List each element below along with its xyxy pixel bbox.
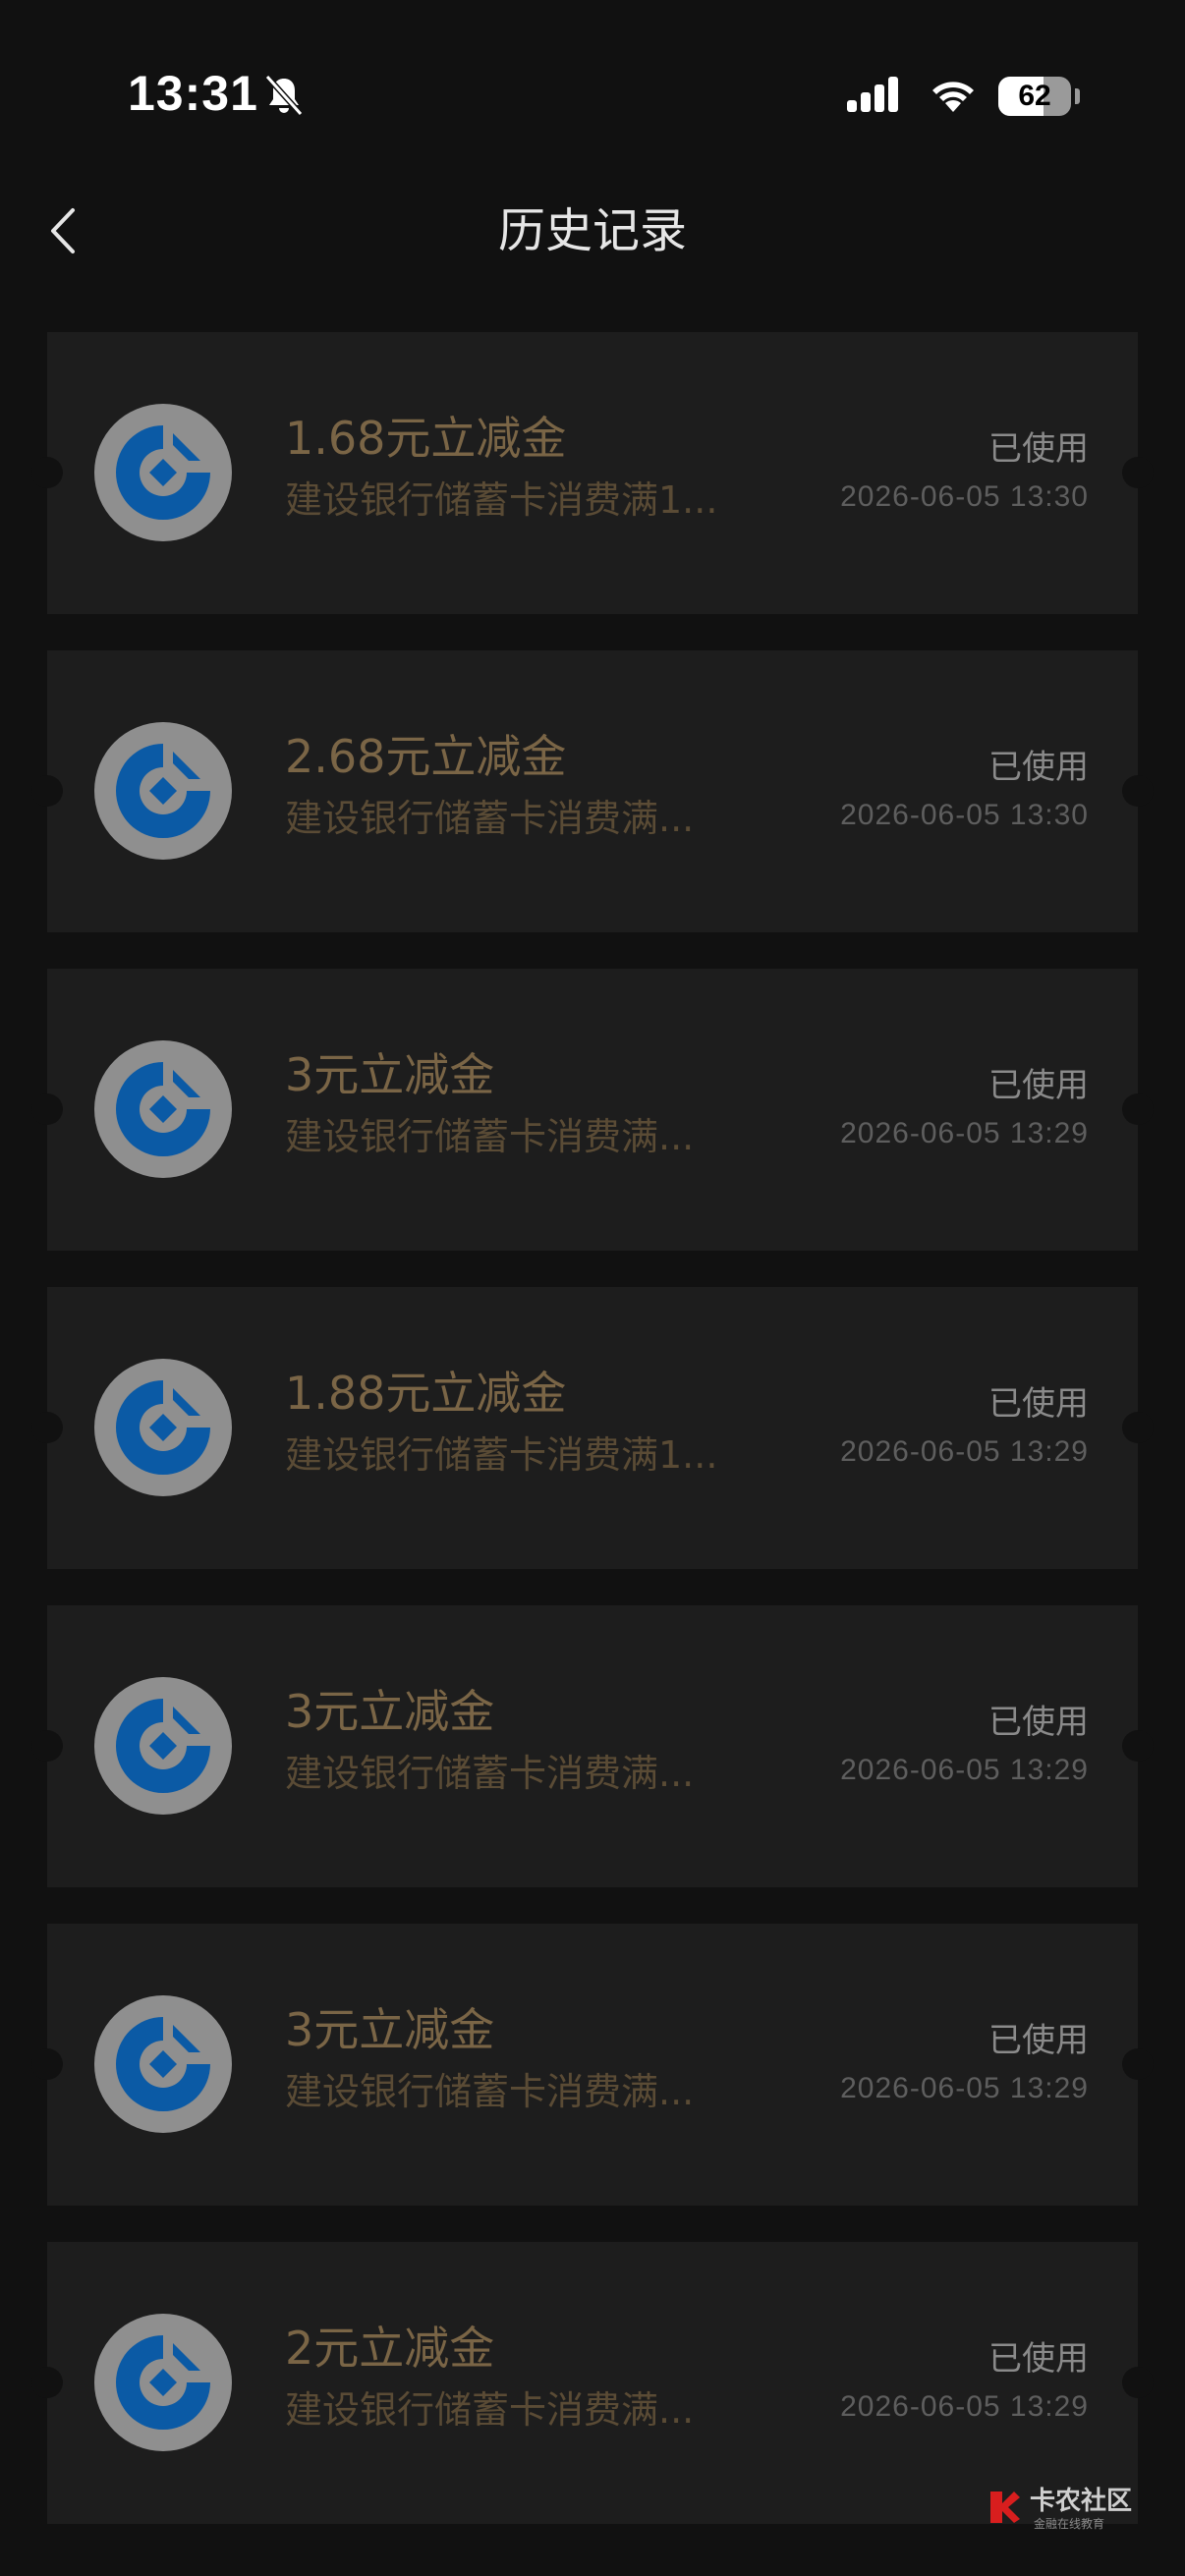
coupon-card[interactable]: 2.68元立减金 建设银行储蓄卡消费满... 已使用 2026-06-05 13…	[31, 650, 1154, 932]
battery-percent: 62	[1018, 80, 1051, 112]
coupon-amount: 1.68元立减金	[285, 412, 567, 465]
card-notch-right	[1122, 1730, 1154, 1762]
coupon-status: 已使用	[988, 429, 1089, 469]
watermark-subtitle: 金融在线教育	[1034, 2517, 1105, 2531]
coupon-status: 已使用	[988, 1703, 1089, 1742]
battery-tip	[1075, 88, 1080, 104]
coupon-description: 建设银行储蓄卡消费满1...	[285, 1433, 718, 1477]
coupon-amount: 3元立减金	[285, 1685, 495, 1738]
ccb-bank-logo-icon	[94, 1677, 232, 1815]
card-notch-left	[31, 1412, 63, 1443]
coupon-description: 建设银行储蓄卡消费满...	[285, 2070, 695, 2113]
coupon-status: 已使用	[988, 2021, 1089, 2060]
card-notch-left	[31, 775, 63, 807]
ccb-bank-logo-icon	[94, 722, 232, 860]
watermark-logo: 卡农社区 金融在线教育	[988, 2488, 1175, 2535]
card-notch-left	[31, 2048, 63, 2080]
ccb-bank-logo-icon	[94, 1995, 232, 2133]
coupon-date: 2026-06-05 13:29	[840, 2072, 1089, 2104]
coupon-date: 2026-06-05 13:30	[840, 480, 1089, 513]
coupon-description: 建设银行储蓄卡消费满...	[285, 1752, 695, 1795]
coupon-date: 2026-06-05 13:30	[840, 799, 1089, 831]
bell-slash-icon	[264, 74, 304, 117]
watermark-icon	[990, 2492, 1020, 2523]
battery-body: 62	[998, 77, 1071, 116]
coupon-status: 已使用	[988, 2339, 1089, 2379]
card-notch-left	[31, 2367, 63, 2398]
coupon-amount: 2元立减金	[285, 2322, 495, 2375]
cellular-signal-icon	[847, 77, 898, 112]
card-notch-left	[31, 1093, 63, 1125]
coupon-card[interactable]: 3元立减金 建设银行储蓄卡消费满... 已使用 2026-06-05 13:29	[31, 1924, 1154, 2206]
coupon-amount: 3元立减金	[285, 1048, 495, 1101]
status-time: 13:31	[128, 66, 258, 121]
card-notch-right	[1122, 775, 1154, 807]
coupon-amount: 2.68元立减金	[285, 730, 567, 783]
card-notch-right	[1122, 2048, 1154, 2080]
battery-indicator: 62	[998, 77, 1081, 116]
coupon-status: 已使用	[988, 748, 1089, 787]
watermark-title: 卡农社区	[1030, 2487, 1133, 2516]
wifi-icon	[932, 82, 974, 112]
status-bar: 13:31 62	[0, 0, 1185, 187]
coupon-status: 已使用	[988, 1066, 1089, 1105]
coupon-amount: 1.88元立减金	[285, 1367, 567, 1420]
ccb-bank-logo-icon	[94, 1040, 232, 1178]
coupon-status: 已使用	[988, 1384, 1089, 1424]
coupon-description: 建设银行储蓄卡消费满1...	[285, 478, 718, 522]
coupon-description: 建设银行储蓄卡消费满...	[285, 2388, 695, 2432]
ccb-bank-logo-icon	[94, 1359, 232, 1496]
coupon-card[interactable]: 3元立减金 建设银行储蓄卡消费满... 已使用 2026-06-05 13:29	[31, 969, 1154, 1251]
card-notch-right	[1122, 1093, 1154, 1125]
coupon-date: 2026-06-05 13:29	[840, 1435, 1089, 1468]
ccb-bank-logo-icon	[94, 404, 232, 541]
card-notch-right	[1122, 1412, 1154, 1443]
coupon-date: 2026-06-05 13:29	[840, 2390, 1089, 2423]
coupon-description: 建设银行储蓄卡消费满...	[285, 1115, 695, 1158]
card-notch-right	[1122, 457, 1154, 488]
card-notch-left	[31, 1730, 63, 1762]
coupon-amount: 3元立减金	[285, 2003, 495, 2056]
coupon-description: 建设银行储蓄卡消费满...	[285, 797, 695, 840]
coupon-card[interactable]: 3元立减金 建设银行储蓄卡消费满... 已使用 2026-06-05 13:29	[31, 1605, 1154, 1887]
card-notch-left	[31, 457, 63, 488]
card-notch-right	[1122, 2367, 1154, 2398]
coupon-card[interactable]: 1.68元立减金 建设银行储蓄卡消费满1... 已使用 2026-06-05 1…	[31, 332, 1154, 614]
coupon-card[interactable]: 1.88元立减金 建设银行储蓄卡消费满1... 已使用 2026-06-05 1…	[31, 1287, 1154, 1569]
ccb-bank-logo-icon	[94, 2314, 232, 2451]
coupon-date: 2026-06-05 13:29	[840, 1754, 1089, 1786]
coupon-card[interactable]: 2元立减金 建设银行储蓄卡消费满... 已使用 2026-06-05 13:29	[31, 2242, 1154, 2524]
coupon-date: 2026-06-05 13:29	[840, 1117, 1089, 1149]
page-title: 历史记录	[497, 203, 687, 258]
